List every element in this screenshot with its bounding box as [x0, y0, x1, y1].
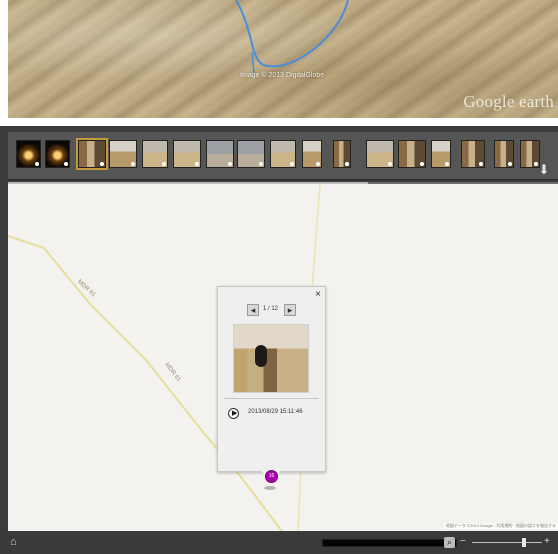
location-pin-icon	[420, 162, 424, 166]
location-pin-icon	[259, 162, 263, 166]
play-icon: ▶	[232, 410, 238, 417]
photo-map-app: ⬇ MDR 61 MDR 61 1 × ◂ 1 / 12 ▸ ▶ 2013/08…	[0, 126, 558, 554]
google-earth-logo: Google earth	[463, 92, 554, 111]
photo-thumbnail[interactable]	[16, 140, 41, 168]
popup-divider	[224, 398, 319, 399]
photo-info-popup: × ◂ 1 / 12 ▸ ▶ 2013/08/29 15:11:46	[217, 286, 326, 483]
download-icon[interactable]: ⬇	[536, 162, 552, 178]
zoom-slider[interactable]	[472, 542, 542, 543]
location-pin-icon	[228, 162, 232, 166]
zoom-in-button[interactable]: +	[544, 536, 550, 547]
location-pin-icon	[388, 162, 392, 166]
next-photo-button[interactable]: ▸	[284, 304, 296, 316]
marker-count: 16	[268, 473, 275, 479]
photo-thumbnail[interactable]	[333, 140, 351, 168]
previous-photo-button[interactable]: ◂	[247, 304, 259, 316]
marker-shadow	[264, 486, 276, 490]
timeline-bar[interactable]	[322, 539, 457, 547]
photo-thumbnail[interactable]	[109, 140, 137, 168]
photo-thumbnail[interactable]	[142, 140, 168, 168]
photo-thumbnail[interactable]	[461, 140, 485, 168]
imagery-credit: Image © 2013 DigitalGlobe	[240, 72, 325, 79]
popup-photo[interactable]	[233, 324, 309, 393]
photo-thumbnail[interactable]	[366, 140, 394, 168]
location-pin-icon	[345, 162, 349, 166]
panel-separator	[0, 118, 558, 126]
photo-counter: 1 / 12	[263, 306, 279, 312]
location-pin-icon	[100, 162, 104, 166]
photo-thumbnail[interactable]	[237, 140, 265, 168]
map-attribution: 地図データ ©2013 Google · 利用規約 · 地図の誤りを報告する	[443, 523, 558, 529]
location-pin-icon	[35, 162, 39, 166]
play-button[interactable]: ▶	[228, 408, 239, 419]
photo-thumbnail[interactable]	[302, 140, 322, 168]
location-pin-icon	[64, 162, 68, 166]
location-pin-icon	[131, 162, 135, 166]
location-pin-icon	[290, 162, 294, 166]
location-pin-icon	[316, 162, 320, 166]
location-pin-icon	[508, 162, 512, 166]
photo-thumbnail[interactable]	[206, 140, 234, 168]
earth-imagery-panel[interactable]: Image © 2013 DigitalGlobe Google earth	[8, 0, 558, 118]
map-canvas[interactable]: MDR 61 MDR 61 1 × ◂ 1 / 12 ▸ ▶ 2013/08/2…	[8, 184, 558, 531]
photo-timestamp: 2013/08/29 15:11:46	[248, 409, 303, 415]
zoom-handle[interactable]	[522, 538, 526, 547]
bottom-toolbar: ⌂ ⌕ − +	[0, 532, 558, 554]
home-icon[interactable]: ⌂	[10, 536, 17, 548]
close-icon[interactable]: ×	[315, 289, 321, 300]
photo-thumbnail[interactable]	[431, 140, 451, 168]
thumbnail-strip: ⬇	[8, 132, 558, 180]
photo-thumbnail[interactable]	[76, 138, 108, 170]
location-pin-icon	[479, 162, 483, 166]
photo-thumbnail[interactable]	[398, 140, 426, 168]
photo-thumbnail[interactable]	[270, 140, 296, 168]
search-icon[interactable]: ⌕	[444, 537, 455, 548]
photo-thumbnail[interactable]	[494, 140, 514, 168]
location-pin-icon	[162, 162, 166, 166]
location-pin-icon	[445, 162, 449, 166]
zoom-out-button[interactable]: −	[460, 536, 466, 547]
photo-marker[interactable]: 16	[265, 470, 278, 483]
photo-thumbnail[interactable]	[173, 140, 201, 168]
location-pin-icon	[195, 162, 199, 166]
photo-thumbnail[interactable]	[45, 140, 70, 168]
